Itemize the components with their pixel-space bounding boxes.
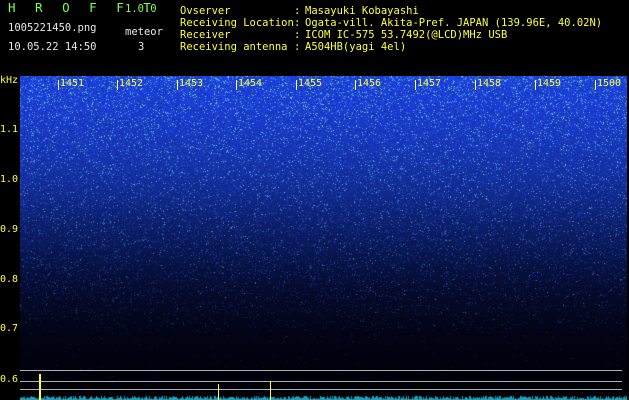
meteor-count: 3: [138, 41, 145, 53]
receiver-colon: :: [294, 29, 301, 41]
time-tick: 1456: [357, 78, 382, 89]
freq-tick: 0.9: [0, 224, 19, 235]
header-panel: H R O F F T 1.0.0 1005221450.png meteor …: [0, 0, 629, 76]
freq-tick: 0.8: [0, 274, 19, 285]
level-line-lower: [20, 389, 622, 390]
observer-label: Ovserver: [180, 5, 231, 17]
time-tick-mark: [236, 80, 237, 90]
time-tick: 1458: [477, 78, 502, 89]
time-tick: 1457: [417, 78, 442, 89]
level-line-middle: [20, 381, 622, 382]
meteor-label: meteor: [125, 26, 163, 38]
freq-unit: kHz: [0, 75, 19, 86]
antenna-colon: :: [294, 41, 301, 53]
freq-tick: 0.7: [0, 323, 19, 334]
meteor-echo-mark: [270, 381, 271, 400]
time-tick: 1459: [537, 78, 562, 89]
time-tick-mark: [177, 80, 178, 90]
app-version: 1.0.0: [125, 3, 157, 15]
time-tick: 1455: [298, 78, 323, 89]
time-tick-mark: [355, 80, 356, 90]
level-line-upper: [20, 370, 622, 371]
time-tick: 1453: [179, 78, 204, 89]
time-tick: 1452: [119, 78, 144, 89]
file-name: 1005221450.png: [8, 22, 97, 34]
receiver-label: Receiver: [180, 29, 231, 41]
date-time: 10.05.22 14:50: [8, 41, 97, 53]
receiver-value: ICOM IC-575 53.7492(@LCD)MHz USB: [305, 29, 508, 41]
antenna-label: Receiving antenna: [180, 41, 288, 53]
location-value: Ogata-vill. Akita-Pref. JAPAN (139.96E, …: [305, 17, 603, 29]
freq-tick: 0.6: [0, 374, 19, 385]
time-tick-mark: [117, 80, 118, 90]
meteor-echo-mark: [218, 384, 219, 400]
freq-tick: 1.0: [0, 174, 19, 185]
freq-tick: 1.1: [0, 124, 19, 135]
location-label: Receiving Location: [180, 17, 294, 29]
time-tick-mark: [595, 80, 596, 90]
time-tick-mark: [58, 80, 59, 90]
observer-value: Masayuki Kobayashi: [305, 5, 419, 17]
time-tick-mark: [415, 80, 416, 90]
time-tick: 1500: [597, 78, 622, 89]
time-tick: 1454: [238, 78, 263, 89]
time-tick-mark: [535, 80, 536, 90]
time-tick-mark: [475, 80, 476, 90]
observer-colon: :: [294, 5, 301, 17]
antenna-value: A504HB(yagi 4el): [305, 41, 407, 53]
time-tick: 1451: [60, 78, 85, 89]
spectrogram-noise: [20, 76, 627, 400]
time-tick-mark: [296, 80, 297, 90]
location-colon: :: [294, 17, 301, 29]
meteor-echo-mark: [39, 374, 41, 400]
